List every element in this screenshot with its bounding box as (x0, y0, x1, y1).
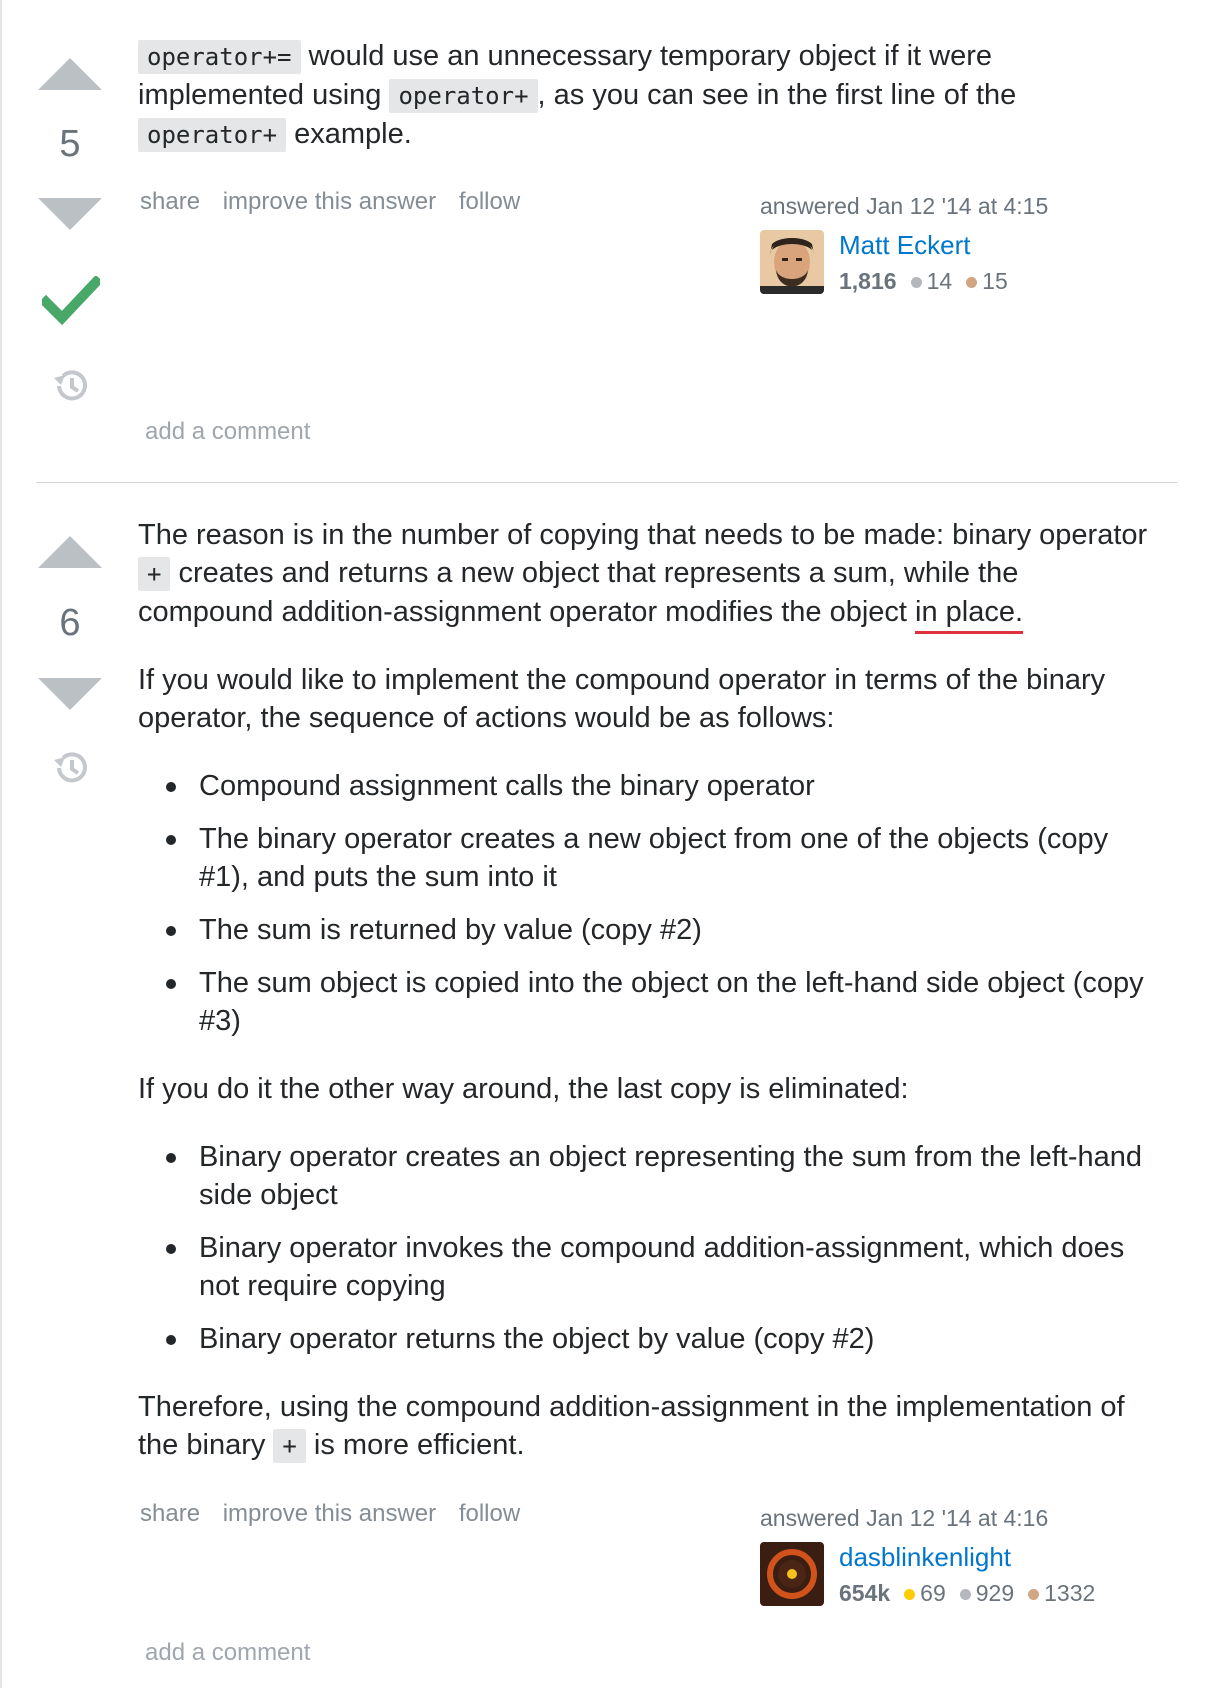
bronze-badge-icon (966, 277, 978, 288)
paragraph-text: The reason is in the number of copying t… (138, 519, 1148, 551)
reputation-score: 1,816 (839, 268, 897, 294)
user-info: Matt Eckert 1,816 14 15 (760, 230, 1140, 296)
paragraph: Therefore, using the compound addition-a… (138, 1388, 1150, 1465)
silver-badge-icon (959, 1589, 971, 1600)
vote-down-icon[interactable] (38, 198, 102, 230)
add-comment-link[interactable]: add a comment (145, 418, 310, 446)
silver-badge-count: 929 (975, 1580, 1015, 1606)
inline-code: + (273, 1429, 306, 1463)
follow-link[interactable]: follow (459, 1500, 520, 1527)
paragraph: If you do it the other way around, the l… (138, 1073, 909, 1105)
inline-code: operator+= (138, 40, 301, 74)
list-item: Binary operator invokes the compound add… (166, 1229, 1150, 1305)
list-item: Binary operator creates an object repres… (166, 1138, 1150, 1214)
silver-badge-icon (910, 277, 922, 288)
paragraph: operator+= would use an unnecessary temp… (138, 37, 1150, 154)
vote-up-icon[interactable] (38, 58, 102, 90)
add-comment-link[interactable]: add a comment (145, 1639, 310, 1667)
reputation-score: 654k (839, 1580, 891, 1606)
paragraph-text: is more efficient. (305, 1429, 525, 1461)
gold-badge-count: 69 (920, 1580, 946, 1606)
left-border (0, 0, 2, 1688)
list-item: The sum is returned by value (copy #2) (166, 911, 1150, 949)
inline-code: operator+ (389, 79, 538, 113)
vote-count: 5 (59, 123, 81, 165)
user-reputation: 654k 69 929 1332 (839, 1580, 1095, 1607)
bullet-list: Binary operator creates an object repres… (166, 1138, 1150, 1358)
bronze-badge-count: 1332 (1044, 1580, 1096, 1606)
paragraph-text: example. (286, 118, 412, 150)
post-menu: share improve this answer follow (140, 188, 536, 216)
bronze-badge-icon (1028, 1589, 1040, 1600)
post-menu: share improve this answer follow (140, 1500, 536, 1528)
silver-badge-count: 14 (926, 268, 953, 294)
user-reputation: 1,816 14 15 (839, 268, 1008, 295)
accepted-check-icon (42, 276, 100, 326)
bronze-badge-count: 15 (982, 268, 1008, 294)
avatar[interactable] (760, 1542, 824, 1606)
user-info: dasblinkenlight 654k 69 929 1332 (760, 1542, 1140, 1608)
improve-answer-link[interactable]: improve this answer (223, 1500, 436, 1527)
history-icon[interactable] (50, 366, 90, 406)
user-signature: answered Jan 12 '14 at 4:15 Matt Eckert … (760, 193, 1140, 296)
post-body: The reason is in the number of copying t… (138, 516, 1150, 1495)
answer-separator (36, 482, 1178, 483)
follow-link[interactable]: follow (459, 188, 520, 215)
user-signature: answered Jan 12 '14 at 4:16 dasblinkenli… (760, 1505, 1140, 1608)
vote-up-icon[interactable] (38, 536, 102, 568)
list-item: Binary operator returns the object by va… (166, 1320, 1150, 1358)
vote-down-icon[interactable] (38, 678, 102, 710)
paragraph-text: , as you can see in the first line of th… (537, 79, 1017, 111)
history-icon[interactable] (50, 748, 90, 788)
user-name-link[interactable]: Matt Eckert (839, 230, 970, 261)
share-link[interactable]: share (140, 188, 200, 215)
user-name-link[interactable]: dasblinkenlight (839, 1542, 1011, 1573)
share-link[interactable]: share (140, 1500, 200, 1527)
vote-count: 6 (59, 602, 81, 644)
improve-answer-link[interactable]: improve this answer (223, 188, 436, 215)
action-time: answered Jan 12 '14 at 4:16 (760, 1505, 1049, 1531)
underlined-text: in place. (915, 596, 1024, 628)
paragraph-text: creates and returns a new object that re… (138, 557, 1019, 628)
avatar[interactable] (760, 230, 824, 294)
paragraph: The reason is in the number of copying t… (138, 516, 1150, 631)
bullet-list: Compound assignment calls the binary ope… (166, 767, 1150, 1040)
list-item: The sum object is copied into the object… (166, 964, 1150, 1040)
list-item: Compound assignment calls the binary ope… (166, 767, 1150, 805)
post-body: operator+= would use an unnecessary temp… (138, 37, 1150, 184)
action-time: answered Jan 12 '14 at 4:15 (760, 193, 1049, 219)
inline-code: operator+ (138, 118, 287, 152)
inline-code: + (138, 557, 171, 591)
paragraph: If you would like to implement the compo… (138, 664, 1106, 734)
list-item: The binary operator creates a new object… (166, 820, 1150, 896)
gold-badge-icon (904, 1589, 916, 1600)
